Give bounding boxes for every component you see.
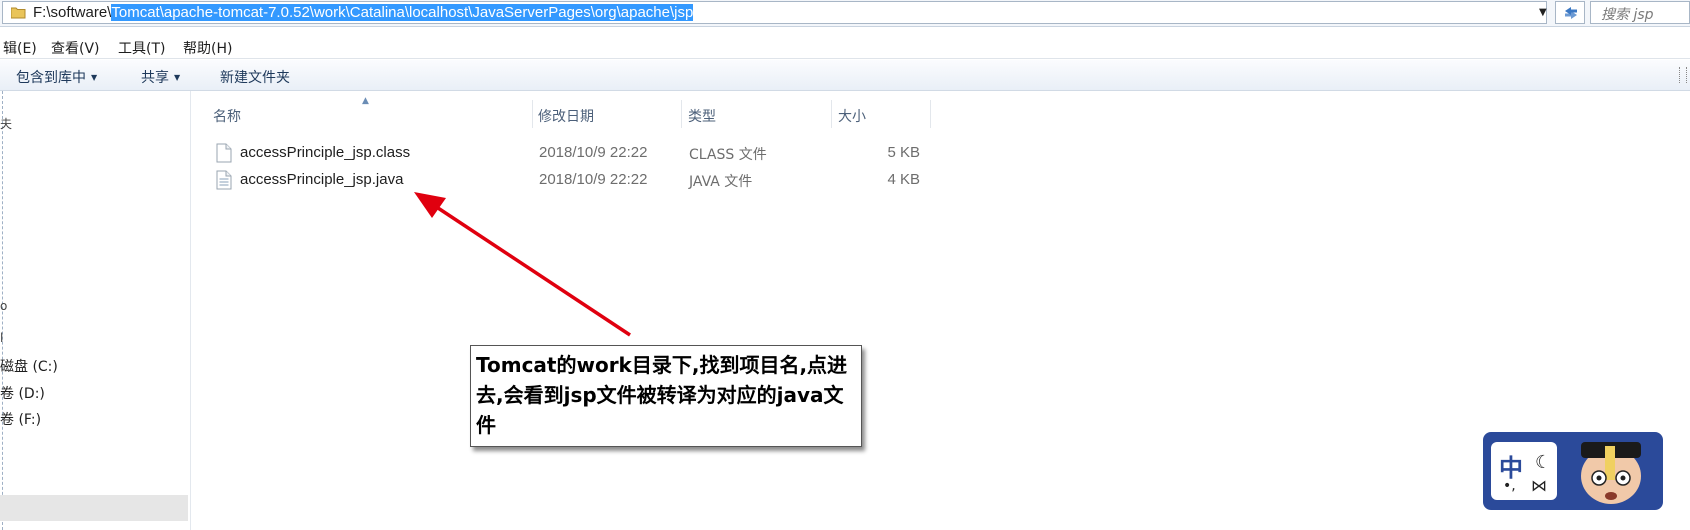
annotation-arrow-head [414,192,446,218]
moon-icon[interactable]: ☾ [1535,452,1551,473]
annotation-arrow-line [437,206,631,337]
butterfly-icon[interactable]: ⋈ [1531,476,1547,495]
annotation-arrow [414,192,631,337]
ime-panel: 中 ☾ •, ⋈ [1491,442,1557,500]
annotation-callout: Tomcat的work目录下,找到项目名,点进去,会看到jsp文件被转译为对应的… [470,345,862,447]
annotation-text: Tomcat的work目录下,找到项目名,点进去,会看到jsp文件被转译为对应的… [476,353,848,437]
ime-toolbar[interactable]: 中 ☾ •, ⋈ [1483,432,1663,510]
punctuation-icon[interactable]: •, [1503,478,1516,494]
ime-avatar-icon [1567,436,1655,508]
